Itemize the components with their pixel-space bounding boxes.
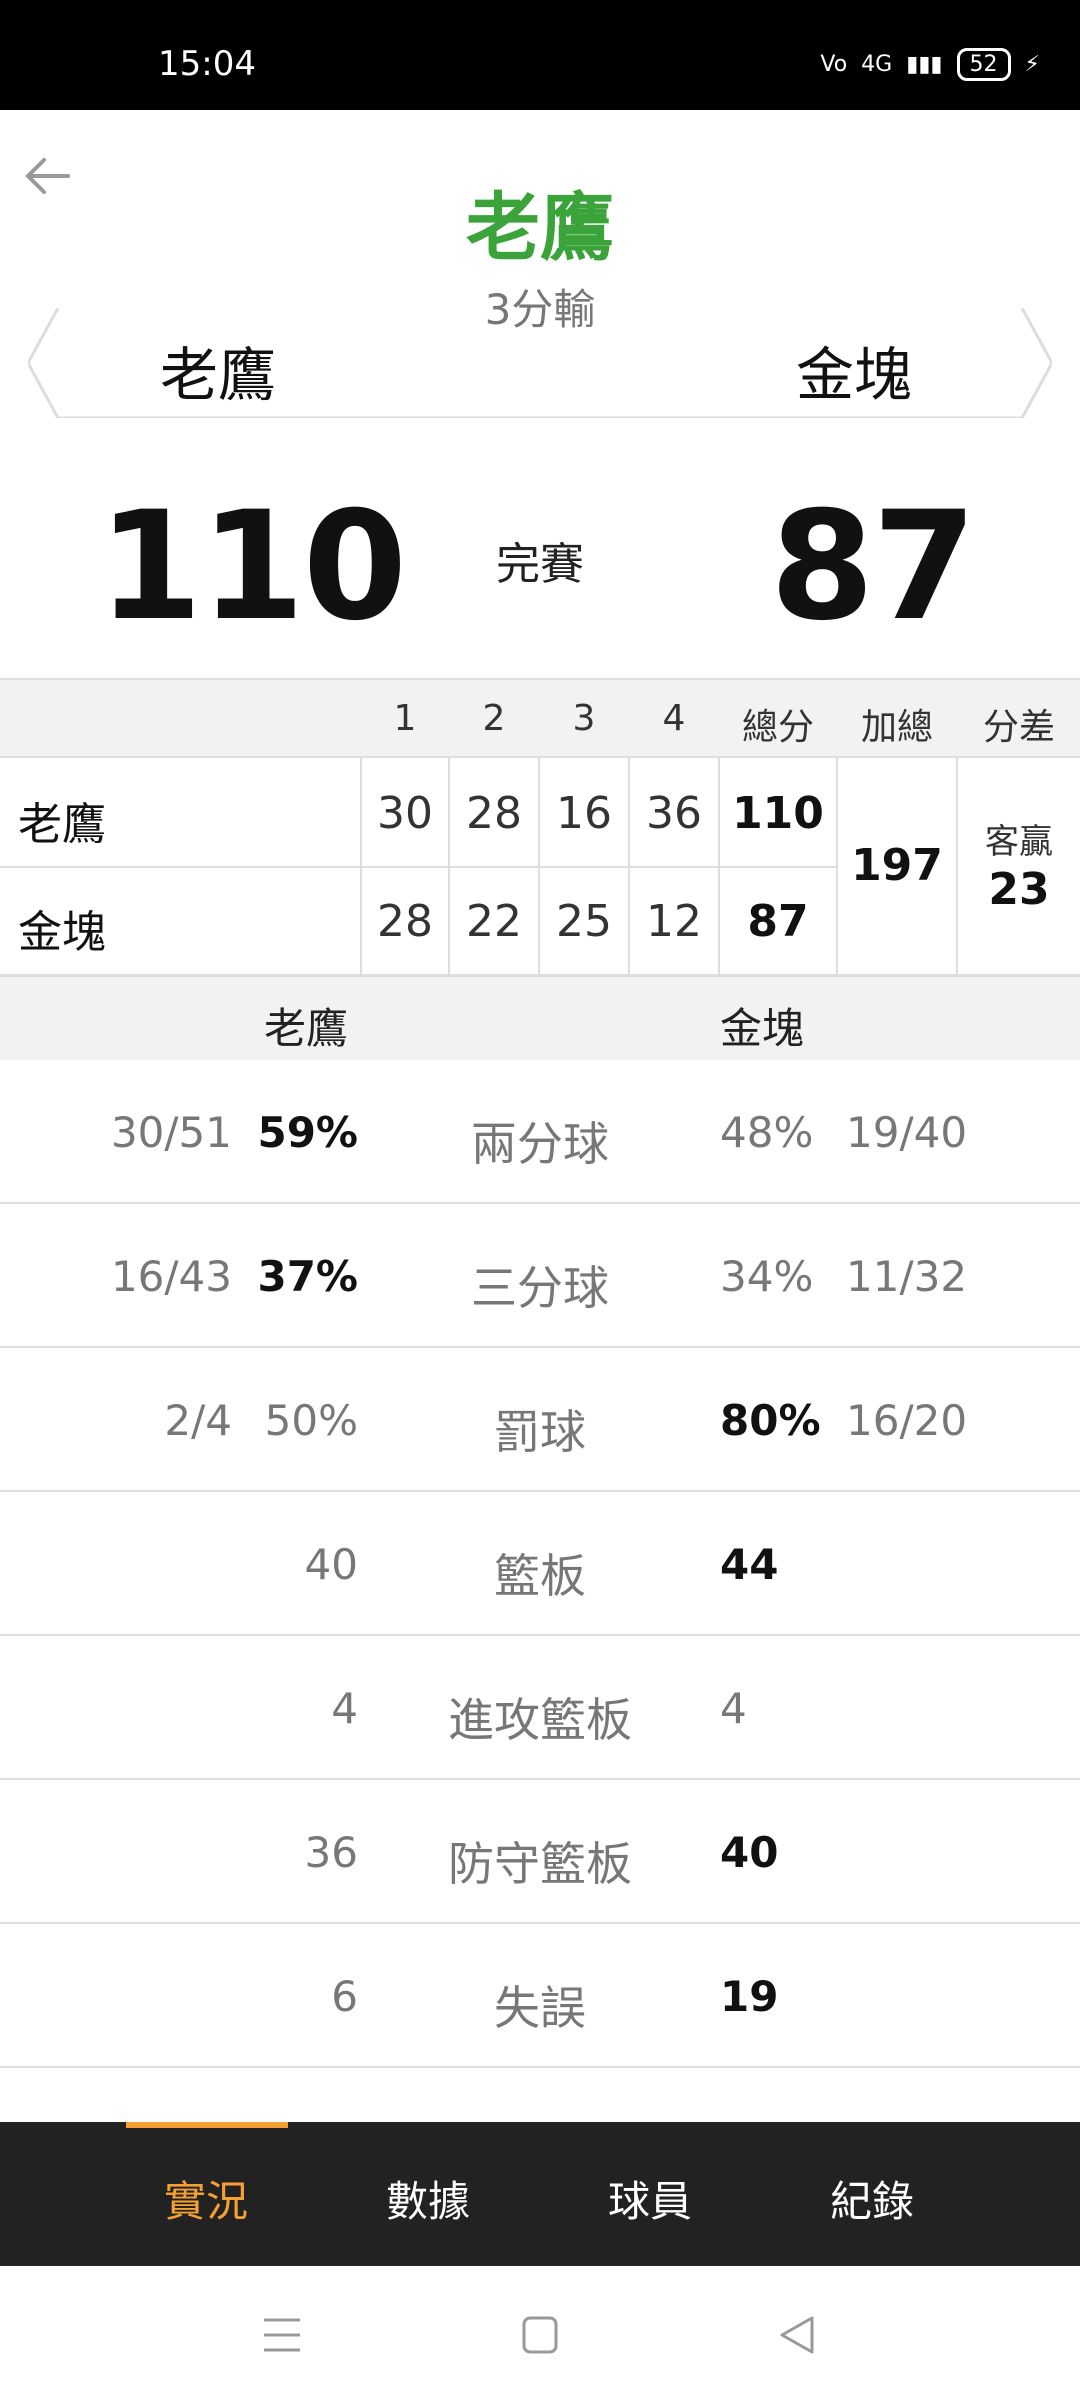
away-team-name: 金塊 <box>796 341 913 409</box>
away-value: 34% <box>720 1252 814 1301</box>
quarter-score-table: 1 2 3 4 總分 加總 分差 老鷹 30 28 16 36 110 金塊 2… <box>0 678 1080 976</box>
square-icon <box>522 2316 558 2354</box>
stat-row: 16/43 37% 三分球 34% 11/32 <box>0 1204 1080 1348</box>
away-value: 40 <box>720 1828 779 1877</box>
home-button[interactable] <box>510 2310 570 2360</box>
menu-button[interactable] <box>252 2310 312 2360</box>
away-q3: 25 <box>556 896 612 947</box>
stat-row: 30/51 59% 兩分球 48% 19/40 <box>0 1060 1080 1204</box>
status-bar: 15:04 Vo 4G ▮▮▮ 52 ⚡ <box>0 0 1080 110</box>
battery-icon: 52 <box>956 48 1011 81</box>
winner-team: 老鷹 <box>466 185 614 271</box>
bottom-tab-bar: 實況 數據 球員 紀錄 <box>0 2122 1080 2266</box>
stat-label: 籃板 <box>494 1549 586 1603</box>
away-value: 4 <box>720 1684 747 1733</box>
header-q4: 4 <box>662 698 686 739</box>
stat-row: 4 進攻籃板 4 <box>0 1636 1080 1780</box>
away-fraction: 11/32 <box>846 1252 968 1301</box>
diff-label: 客贏 <box>985 822 1053 862</box>
away-value: 44 <box>720 1540 779 1589</box>
menu-icon <box>264 2318 300 2352</box>
stat-label: 防守籃板 <box>448 1837 632 1891</box>
away-q1: 28 <box>377 896 433 947</box>
away-value: 48% <box>720 1108 814 1157</box>
stat-row: 40 籃板 44 <box>0 1492 1080 1636</box>
network-label: 4G <box>861 52 893 77</box>
away-q4: 12 <box>646 896 702 947</box>
active-tab-indicator <box>126 2122 288 2128</box>
signal-icon: ▮▮▮ <box>906 52 943 77</box>
back-nav-button[interactable] <box>768 2310 828 2360</box>
tab-stats[interactable]: 數據 <box>318 2168 538 2229</box>
stat-row: 2/4 50% 罰球 80% 16/20 <box>0 1348 1080 1492</box>
stats-away-team: 金塊 <box>720 1004 805 1053</box>
header-diff: 分差 <box>982 707 1055 748</box>
header-q1: 1 <box>393 698 417 739</box>
tab-records[interactable]: 紀錄 <box>762 2168 982 2229</box>
header-sum: 加總 <box>860 707 933 748</box>
away-q2: 22 <box>466 896 522 947</box>
row-team-name: 金塊 <box>18 907 106 958</box>
away-score: 87 <box>770 480 977 654</box>
status-icons: Vo 4G ▮▮▮ 52 ⚡ <box>820 48 1040 81</box>
away-total: 87 <box>747 896 809 947</box>
combined-total: 197 <box>851 840 943 891</box>
header-total: 總分 <box>741 707 814 748</box>
stat-row: 36 防守籃板 40 <box>0 1780 1080 1924</box>
header-q2: 2 <box>482 698 506 739</box>
home-q1: 30 <box>377 788 433 839</box>
away-fraction: 19/40 <box>846 1108 968 1157</box>
quarter-table-header: 1 2 3 4 總分 加總 分差 <box>0 680 1080 758</box>
charging-icon: ⚡ <box>1024 52 1040 77</box>
point-diff: 23 <box>988 864 1050 915</box>
volte-icon: Vo <box>820 52 848 77</box>
away-value: 80% <box>720 1396 821 1445</box>
system-nav-bar <box>0 2266 1080 2400</box>
header-q3: 3 <box>572 698 596 739</box>
home-q3: 16 <box>556 788 612 839</box>
row-team-name: 老鷹 <box>18 799 106 850</box>
triangle-back-icon <box>780 2316 814 2354</box>
stats-home-team: 老鷹 <box>264 1004 349 1053</box>
away-value: 19 <box>720 1972 779 2021</box>
tab-live[interactable]: 實況 <box>96 2168 316 2229</box>
status-time: 15:04 <box>158 44 256 84</box>
home-total: 110 <box>732 788 824 839</box>
away-fraction: 16/20 <box>846 1396 968 1445</box>
stat-label: 進攻籃板 <box>448 1693 632 1747</box>
stats-header: 老鷹 金塊 <box>0 974 1080 1060</box>
home-q4: 36 <box>646 788 702 839</box>
stat-label: 失誤 <box>494 1981 586 2035</box>
stat-row: 6 失誤 19 <box>0 1924 1080 2068</box>
home-team-name: 老鷹 <box>160 341 277 409</box>
tab-players[interactable]: 球員 <box>540 2168 760 2229</box>
home-q2: 28 <box>466 788 522 839</box>
